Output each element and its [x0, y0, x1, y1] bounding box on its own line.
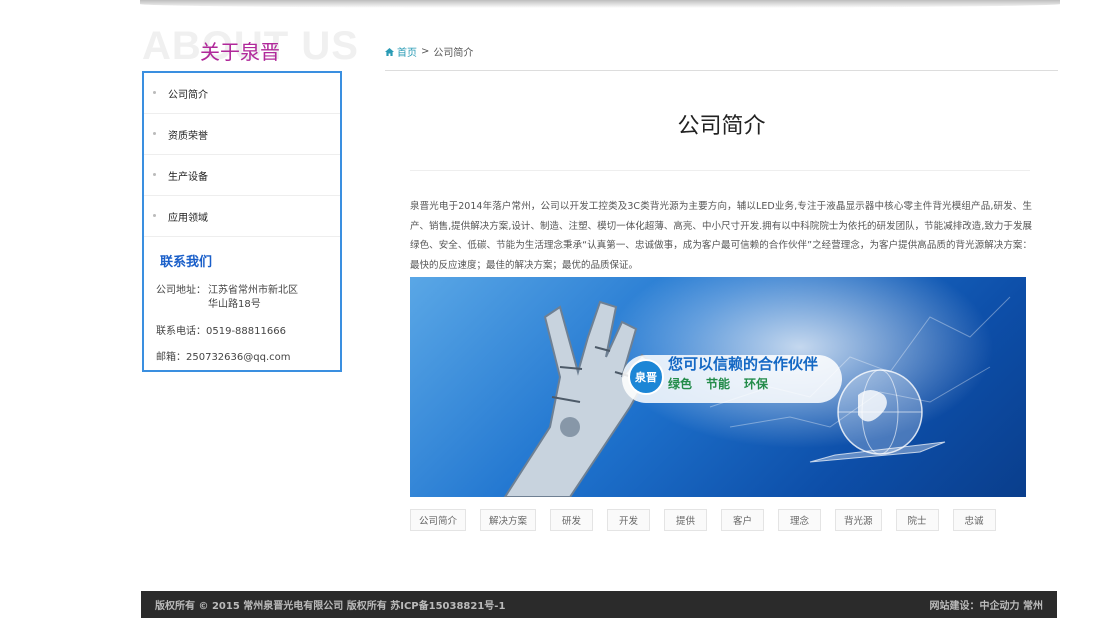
- tag-item[interactable]: 忠诚: [952, 509, 996, 531]
- top-shadow: [140, 0, 1060, 8]
- footer: 版权所有 © 2015 常州泉晋光电有限公司 版权所有 苏ICP备1503882…: [141, 591, 1057, 618]
- contact-phone: 联系电话：0519-88811666: [156, 326, 286, 337]
- breadcrumb: 首页 > 公司简介: [385, 44, 473, 59]
- breadcrumb-home[interactable]: 首页: [385, 44, 417, 59]
- tag-item[interactable]: 开发: [607, 509, 651, 531]
- breadcrumb-current: 公司简介: [433, 48, 474, 59]
- sidebar-item-applications[interactable]: 应用领域: [144, 196, 340, 237]
- tag-item[interactable]: 背光源: [835, 509, 882, 531]
- bullet-icon: [153, 214, 156, 217]
- breadcrumb-separator: >: [421, 46, 430, 57]
- tag-item[interactable]: 理念: [778, 509, 822, 531]
- banner-image: 泉晋 您可以信赖的合作伙伴 绿色 节能 环保: [410, 277, 1026, 497]
- home-icon: [385, 47, 394, 56]
- address-line-1: 江苏省常州市新北区: [208, 285, 298, 296]
- contact-address: 公司地址： 江苏省常州市新北区 华山路18号: [156, 284, 340, 312]
- address-label: 公司地址：: [156, 285, 206, 296]
- bullet-icon: [153, 91, 156, 94]
- tag-item[interactable]: 院士: [895, 509, 939, 531]
- sidebar-heading-title: 关于泉晋: [200, 40, 280, 64]
- robot-hand-illustration: [503, 300, 656, 497]
- breadcrumb-home-label: 首页: [397, 48, 417, 59]
- bullet-icon: [153, 173, 156, 176]
- contact-email: 邮箱：250732636@qq.com: [156, 352, 291, 363]
- sidebar-item-label: 资质荣誉: [168, 130, 208, 142]
- tag-item[interactable]: 提供: [664, 509, 708, 531]
- company-description: 泉晋光电于2014年落户常州，公司以开发工控类及3C类背光源为主要方向，辅以LE…: [410, 201, 1032, 271]
- banner-sub-energy: 节能: [706, 377, 731, 391]
- tag-item[interactable]: 研发: [550, 509, 594, 531]
- sidebar: 公司简介 资质荣誉 生产设备 应用领域 联系我们 公司地址： 江苏省常州市新北区…: [142, 71, 342, 372]
- banner-sub-eco: 环保: [744, 377, 769, 391]
- sidebar-item-label: 应用领域: [168, 212, 208, 224]
- tag-item[interactable]: 公司简介: [410, 509, 467, 531]
- banner-subtitle: 绿色 节能 环保: [668, 375, 768, 392]
- banner-slogan: 您可以信赖的合作伙伴: [668, 355, 819, 373]
- sidebar-item-equipment[interactable]: 生产设备: [144, 155, 340, 196]
- sidebar-item-label: 生产设备: [168, 171, 208, 183]
- contact-title: 联系我们: [160, 255, 213, 270]
- tag-item[interactable]: 客户: [721, 509, 765, 531]
- page-title: 公司简介: [677, 114, 766, 139]
- banner-sub-green: 绿色: [668, 377, 693, 391]
- tag-item[interactable]: 解决方案: [480, 509, 537, 531]
- sidebar-item-label: 公司简介: [168, 89, 208, 101]
- sidebar-heading: ABOUT US 关于泉晋: [142, 22, 358, 70]
- sidebar-item-honors[interactable]: 资质荣誉: [144, 114, 340, 155]
- sidebar-item-profile[interactable]: 公司简介: [144, 73, 340, 114]
- address-value: 江苏省常州市新北区 华山路18号: [208, 284, 298, 312]
- footer-copyright: 版权所有 © 2015 常州泉晋光电有限公司 版权所有 苏ICP备1503882…: [155, 601, 506, 612]
- divider: [385, 70, 1058, 71]
- brand-badge: 泉晋: [628, 359, 664, 395]
- divider: [410, 170, 1030, 171]
- tag-list: 公司简介 解决方案 研发 开发 提供 客户 理念 背光源 院士 忠诚: [410, 509, 996, 531]
- bullet-icon: [153, 132, 156, 135]
- address-line-2: 华山路18号: [208, 299, 261, 310]
- footer-credit[interactable]: 网站建设：中企动力 常州: [930, 597, 1043, 612]
